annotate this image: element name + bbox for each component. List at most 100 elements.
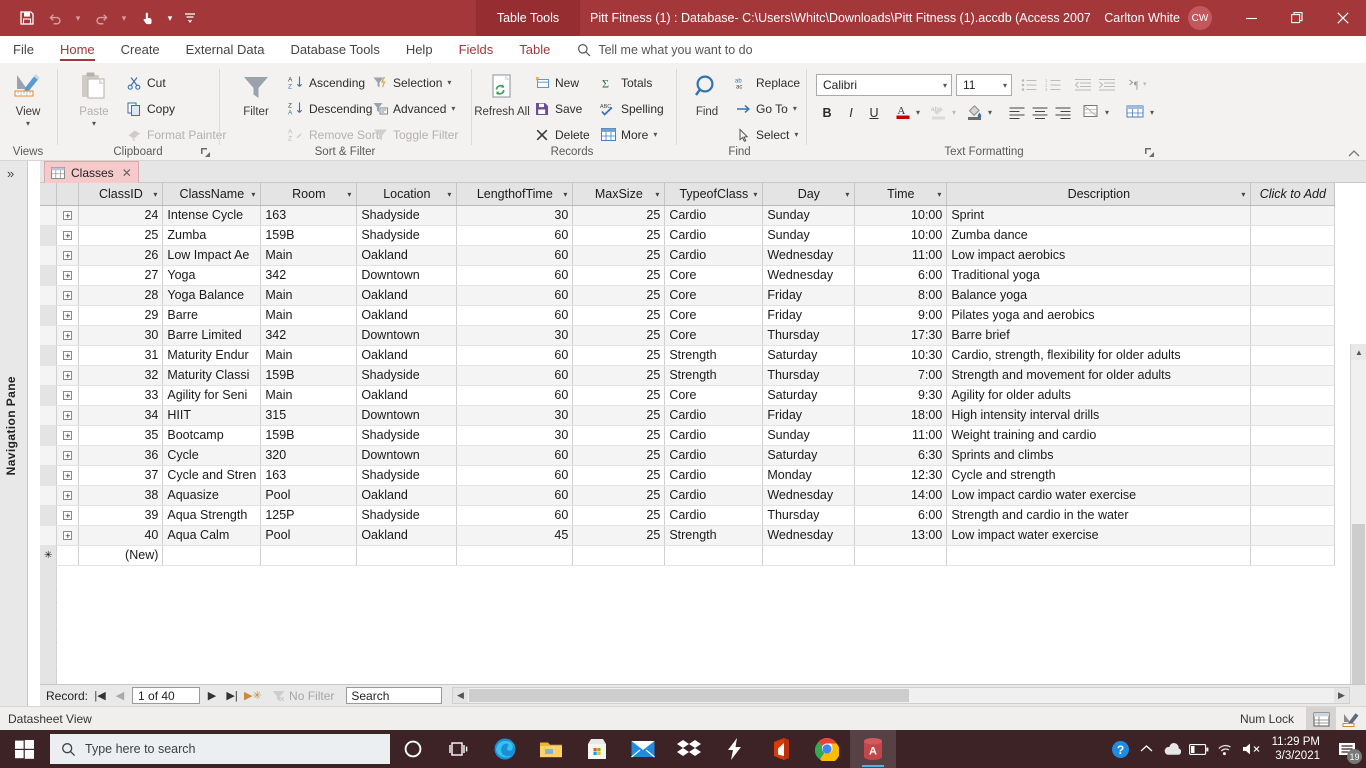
cell-maxsize[interactable]: 25 — [573, 345, 665, 365]
cell-location[interactable]: Oakland — [357, 485, 457, 505]
show-hidden-icons-icon[interactable] — [1134, 730, 1160, 768]
horizontal-scrollbar[interactable]: ◀ ▶ — [452, 687, 1350, 704]
cell-maxsize[interactable]: 25 — [573, 465, 665, 485]
cell-typeofclass[interactable]: Strength — [665, 525, 763, 545]
cell-classid[interactable]: 25 — [79, 225, 163, 245]
redo-icon[interactable] — [88, 5, 114, 31]
new-record-button[interactable]: New — [534, 72, 579, 93]
cell-description[interactable]: High intensity interval drills — [947, 405, 1251, 425]
table-row[interactable]: +32Maturity Classi159BShadyside6025Stren… — [40, 365, 1335, 385]
paste-button[interactable]: Paste ▾ — [66, 69, 122, 128]
new-row-cell-classid[interactable]: (New) — [79, 545, 163, 565]
cell-day[interactable]: Sunday — [763, 225, 855, 245]
column-header-lengthoftime[interactable]: LengthofTime▾ — [457, 183, 573, 205]
expand-subdatasheet-button[interactable]: + — [57, 485, 79, 505]
cell-classid[interactable]: 35 — [79, 425, 163, 445]
table-row[interactable]: +30Barre Limited342Downtown3025CoreThurs… — [40, 325, 1335, 345]
cell-lengthoftime[interactable]: 60 — [457, 505, 573, 525]
cell-time[interactable]: 6:00 — [855, 265, 947, 285]
cell-description[interactable]: Agility for older adults — [947, 385, 1251, 405]
help-icon[interactable]: ? — [1108, 730, 1134, 768]
click-to-add-cell[interactable] — [1251, 465, 1335, 485]
cell-location[interactable]: Oakland — [357, 285, 457, 305]
row-selector[interactable] — [40, 525, 57, 545]
new-row-add-cell[interactable] — [1251, 545, 1335, 565]
new-row-cell-room[interactable] — [261, 545, 357, 565]
cell-day[interactable]: Wednesday — [763, 265, 855, 285]
click-to-add-cell[interactable] — [1251, 225, 1335, 245]
cell-room[interactable]: Pool — [261, 485, 357, 505]
expand-subdatasheet-button[interactable]: + — [57, 205, 79, 225]
ascending-button[interactable]: AZ Ascending — [288, 72, 365, 93]
cell-lengthoftime[interactable]: 30 — [457, 205, 573, 225]
cell-maxsize[interactable]: 25 — [573, 485, 665, 505]
expand-subdatasheet-button[interactable]: + — [57, 345, 79, 365]
filter-button[interactable]: Filter — [228, 69, 284, 118]
last-record-button[interactable]: ▶| — [224, 689, 240, 702]
numbering-button[interactable]: 123 — [1040, 74, 1066, 95]
copy-button[interactable]: Copy — [126, 98, 175, 119]
align-left-button[interactable] — [1006, 102, 1028, 123]
cell-typeofclass[interactable]: Cardio — [665, 425, 763, 445]
close-icon[interactable]: ✕ — [122, 166, 132, 180]
row-selector[interactable] — [40, 305, 57, 325]
design-view-button[interactable] — [1336, 707, 1366, 731]
column-header-location[interactable]: Location▾ — [357, 183, 457, 205]
cell-maxsize[interactable]: 25 — [573, 245, 665, 265]
advanced-button[interactable]: Advanced ▾ — [372, 98, 455, 119]
remove-sort-button[interactable]: AZ Remove Sort — [288, 124, 379, 145]
text-direction-button[interactable]: ¶▾ — [1124, 74, 1154, 95]
cell-time[interactable]: 12:30 — [855, 465, 947, 485]
touch-mode-dropdown-icon[interactable]: ▾ — [162, 5, 178, 31]
table-row[interactable]: +25Zumba159BShadyside6025CardioSunday10:… — [40, 225, 1335, 245]
click-to-add-cell[interactable] — [1251, 425, 1335, 445]
cell-classid[interactable]: 37 — [79, 465, 163, 485]
taskbar-access-icon[interactable]: A — [850, 730, 896, 768]
row-selector[interactable] — [40, 425, 57, 445]
more-dropdown-icon[interactable]: ▾ — [653, 130, 657, 139]
new-row-cell-maxsize[interactable] — [573, 545, 665, 565]
click-to-add-cell[interactable] — [1251, 345, 1335, 365]
datasheet-grid[interactable]: ClassID▾ ClassName▾ Room▾ Location▾ Leng… — [40, 183, 1366, 706]
cell-classname[interactable]: Barre — [163, 305, 261, 325]
cell-location[interactable]: Oakland — [357, 345, 457, 365]
expand-subdatasheet-button[interactable]: + — [57, 525, 79, 545]
expand-subdatasheet-button[interactable]: + — [57, 245, 79, 265]
taskbar-clock[interactable]: 11:29 PM 3/3/2021 — [1268, 735, 1328, 763]
cell-day[interactable]: Thursday — [763, 505, 855, 525]
new-row-cell-lengthoftime[interactable] — [457, 545, 573, 565]
background-color-button[interactable] — [963, 101, 985, 122]
cell-day[interactable]: Friday — [763, 305, 855, 325]
cell-day[interactable]: Saturday — [763, 345, 855, 365]
column-header-classid[interactable]: ClassID▾ — [79, 183, 163, 205]
totals-button[interactable]: Σ Totals — [600, 72, 652, 93]
cell-location[interactable]: Downtown — [357, 445, 457, 465]
click-to-add-cell[interactable] — [1251, 385, 1335, 405]
click-to-add-cell[interactable] — [1251, 305, 1335, 325]
cell-classname[interactable]: HIIT — [163, 405, 261, 425]
alternate-row-color-dropdown-icon[interactable]: ▾ — [1101, 102, 1113, 123]
cell-maxsize[interactable]: 25 — [573, 365, 665, 385]
expand-subdatasheet-button[interactable]: + — [57, 325, 79, 345]
gridlines-dropdown-icon[interactable]: ▾ — [1146, 102, 1158, 123]
expand-subdatasheet-button[interactable]: + — [57, 225, 79, 245]
new-row-cell-location[interactable] — [357, 545, 457, 565]
click-to-add-cell[interactable] — [1251, 365, 1335, 385]
new-record-nav-button[interactable]: ▶✳ — [244, 689, 260, 702]
cell-time[interactable]: 18:00 — [855, 405, 947, 425]
cell-lengthoftime[interactable]: 60 — [457, 385, 573, 405]
cell-room[interactable]: Pool — [261, 525, 357, 545]
chevron-down-icon[interactable]: ▾ — [937, 190, 941, 199]
cell-description[interactable]: Low impact aerobics — [947, 245, 1251, 265]
cell-classid[interactable]: 26 — [79, 245, 163, 265]
cell-lengthoftime[interactable]: 60 — [457, 225, 573, 245]
cell-location[interactable]: Oakland — [357, 385, 457, 405]
taskbar-microsoft-store-icon[interactable] — [574, 730, 620, 768]
taskbar-lightning-icon[interactable] — [712, 730, 758, 768]
cell-room[interactable]: 320 — [261, 445, 357, 465]
cell-lengthoftime[interactable]: 60 — [457, 245, 573, 265]
document-tab-classes[interactable]: Classes ✕ — [44, 161, 139, 183]
cell-maxsize[interactable]: 25 — [573, 425, 665, 445]
cell-classname[interactable]: Intense Cycle — [163, 205, 261, 225]
customize-qat-icon[interactable] — [180, 5, 200, 31]
